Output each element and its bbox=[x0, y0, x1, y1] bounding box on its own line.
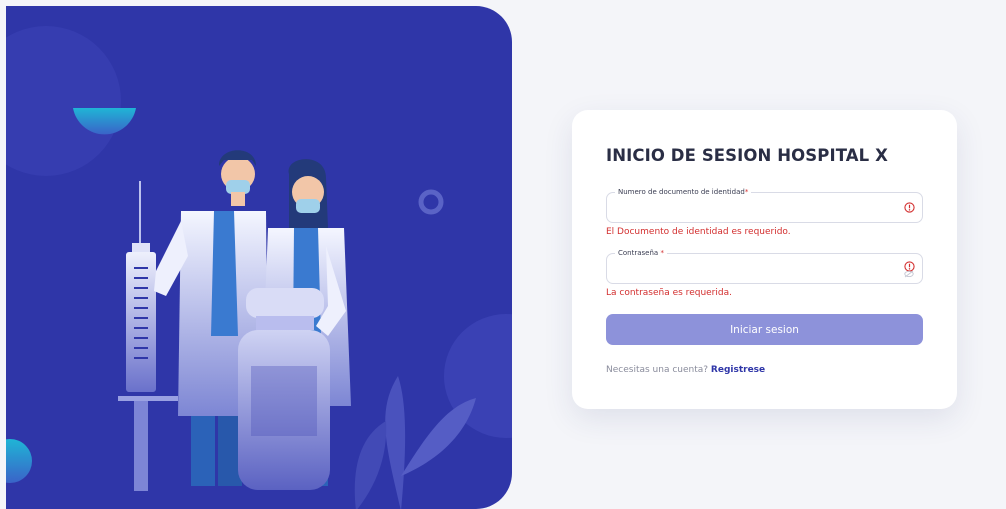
login-page: INICIO DE SESION HOSPITAL X Numero de do… bbox=[0, 0, 1006, 509]
bg-circle bbox=[6, 26, 121, 176]
password-label: Contraseña * bbox=[615, 248, 667, 258]
hero-illustration-panel bbox=[6, 6, 512, 509]
leaf-decoration bbox=[354, 421, 387, 509]
document-id-label: Numero de documento de identidad* bbox=[615, 187, 752, 197]
syringe bbox=[118, 181, 178, 491]
document-id-field[interactable]: Numero de documento de identidad* bbox=[606, 187, 923, 223]
eye-slash-icon[interactable] bbox=[904, 270, 914, 278]
signup-prompt: Necesitas una cuenta? Registrese bbox=[606, 365, 765, 375]
password-input[interactable] bbox=[615, 261, 885, 277]
password-field[interactable]: Contraseña * bbox=[606, 248, 923, 284]
ring-decoration bbox=[418, 189, 444, 215]
corner-circle-decoration bbox=[6, 439, 32, 483]
doctors-illustration bbox=[6, 26, 512, 509]
leaf-decoration bbox=[401, 398, 476, 476]
document-id-error: El Documento de identidad es requerido. bbox=[606, 227, 791, 237]
signup-link[interactable]: Registrese bbox=[711, 365, 765, 375]
password-error: La contraseña es requerida. bbox=[606, 288, 732, 298]
page-title: INICIO DE SESION HOSPITAL X bbox=[606, 146, 888, 165]
login-card: INICIO DE SESION HOSPITAL X Numero de do… bbox=[572, 110, 957, 409]
document-id-input[interactable] bbox=[615, 200, 885, 216]
signup-prompt-text: Necesitas una cuenta? bbox=[606, 365, 711, 375]
leaf-decoration bbox=[385, 376, 406, 509]
alert-circle-icon bbox=[904, 202, 915, 213]
login-button[interactable]: Iniciar sesion bbox=[606, 314, 923, 345]
